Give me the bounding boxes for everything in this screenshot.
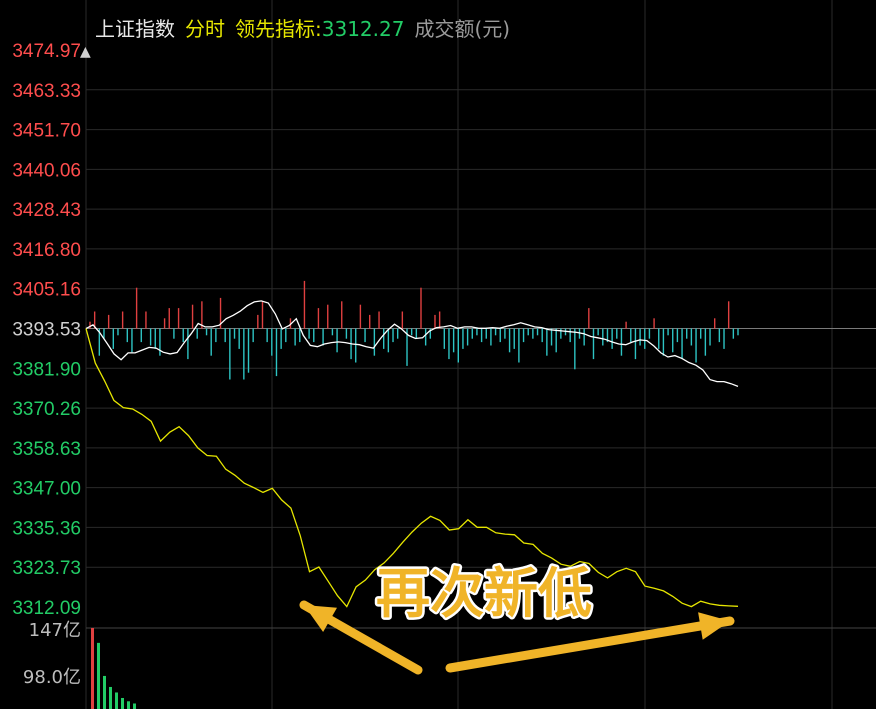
- y-tick-label: 3323.73: [12, 558, 81, 579]
- volume-tick-label: 98.0亿: [23, 667, 81, 688]
- volume-bars: [91, 628, 136, 709]
- volume-tick-label: 147亿: [29, 620, 81, 641]
- y-tick-label: 3405.16: [12, 280, 81, 301]
- scroll-handle-icon[interactable]: ▲: [80, 44, 91, 60]
- volume-bar: [109, 686, 112, 709]
- y-tick-label: 3312.09: [12, 598, 81, 619]
- intraday-chart: 3474.97 3463.33 3451.70 3440.06 3428.43 3416.…: [12, 0, 876, 709]
- y-tick-label: 3416.80: [12, 240, 81, 261]
- y-tick-label: 3381.90: [12, 359, 81, 380]
- y-tick-label: 3335.36: [12, 518, 81, 539]
- leading-indicator: 领先指标:3312.27: [235, 13, 404, 42]
- y-tick-label: 3358.63: [12, 439, 81, 460]
- time-mode[interactable]: 分时: [185, 13, 225, 42]
- y-tick-label: 3347.00: [12, 479, 81, 500]
- volume-bar: [103, 675, 106, 709]
- chart-header: 上证指数 分时 领先指标:3312.27 成交额(元): [95, 12, 510, 42]
- y-tick-label: 3474.97: [12, 41, 81, 62]
- leading-value: 3312.27: [321, 16, 405, 41]
- volume-axis-labels: 147亿 98.0亿: [23, 620, 81, 688]
- volume-label[interactable]: 成交额(元): [414, 13, 510, 42]
- index-name[interactable]: 上证指数: [95, 13, 175, 42]
- volume-bar: [97, 642, 100, 709]
- y-tick-label: 3370.26: [12, 399, 81, 420]
- y-axis-labels: 3474.97 3463.33 3451.70 3440.06 3428.43 3416.…: [12, 41, 81, 619]
- volume-bar: [133, 703, 136, 709]
- y-tick-label: 3440.06: [12, 160, 81, 181]
- price-lines: [85, 300, 739, 608]
- volume-bar: [91, 628, 94, 709]
- leading-label: 领先指标:: [235, 16, 322, 41]
- y-tick-label: 3451.70: [12, 121, 81, 142]
- y-tick-label: 3393.53: [12, 320, 81, 341]
- volume-bar: [127, 701, 130, 709]
- volume-bar: [121, 697, 124, 709]
- y-tick-label: 3428.43: [12, 200, 81, 221]
- buy-sell-diff-bars: [89, 280, 739, 380]
- y-tick-label: 3463.33: [12, 81, 81, 102]
- volume-bar: [115, 692, 118, 709]
- annotation-text: 再次新低: [376, 562, 592, 625]
